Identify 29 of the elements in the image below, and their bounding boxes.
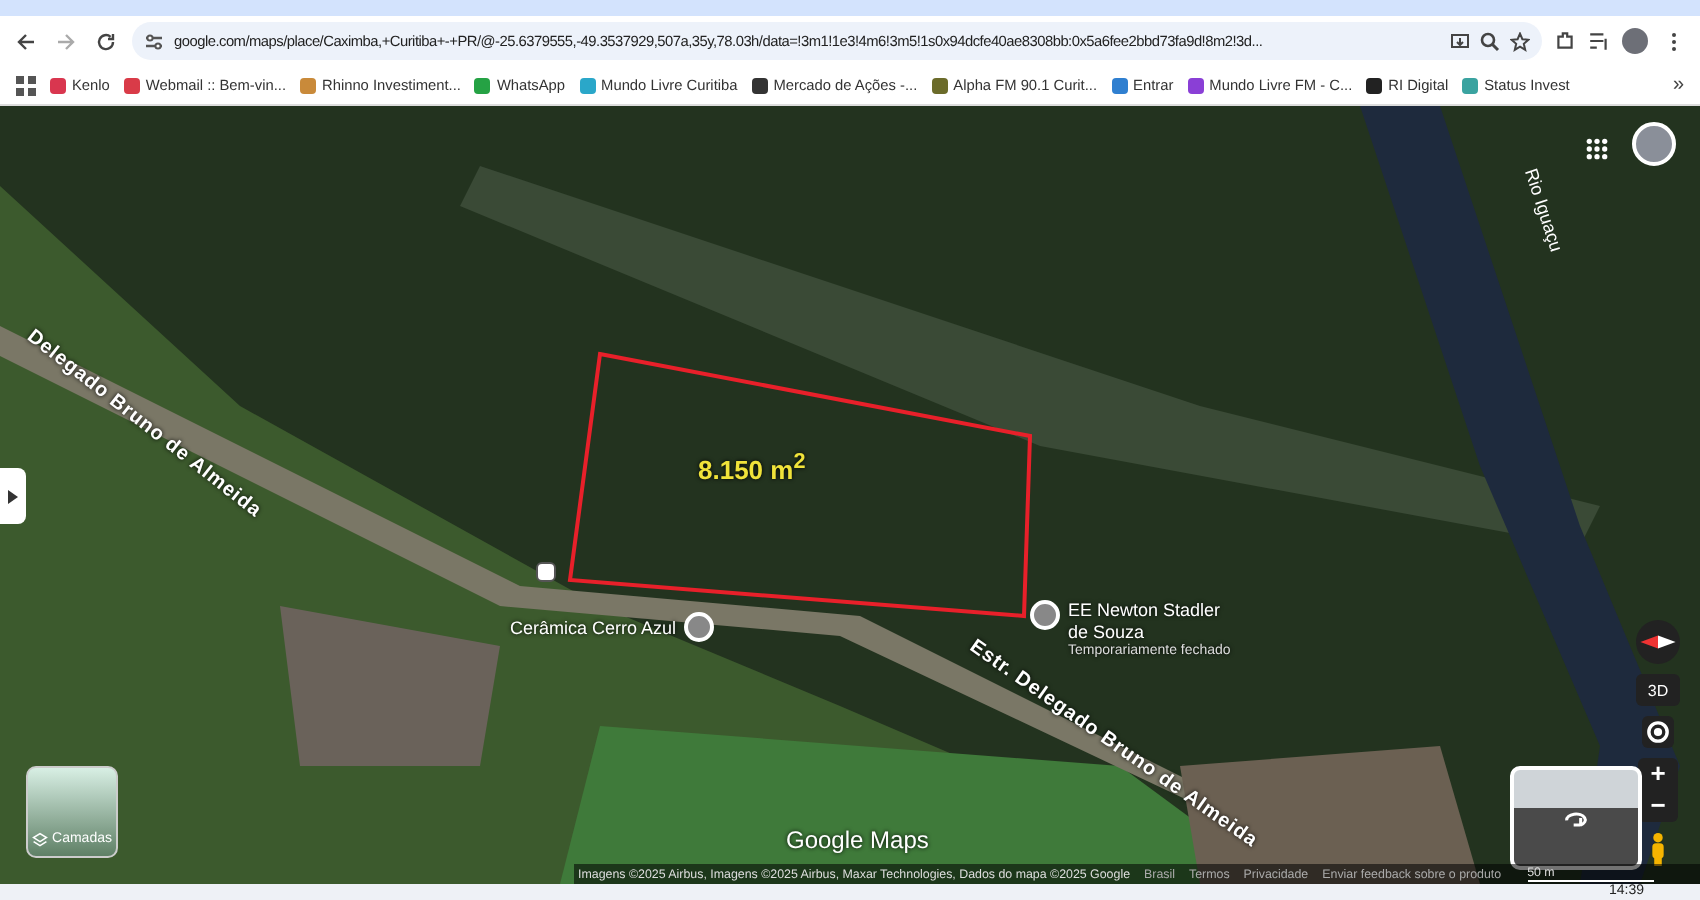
- install-app-icon[interactable]: [1450, 31, 1470, 51]
- satellite-imagery-drawing[interactable]: [0, 106, 1700, 884]
- my-location-icon[interactable]: [1642, 716, 1674, 748]
- extensions-icon[interactable]: [1554, 30, 1576, 52]
- street-view-thumbnail[interactable]: [1510, 766, 1642, 870]
- reload-icon[interactable]: [96, 31, 116, 51]
- media-control-icon[interactable]: [1588, 30, 1610, 52]
- river-label: Rio Iguaçu: [1521, 166, 1567, 255]
- zoom-in-button[interactable]: +: [1638, 758, 1678, 790]
- caret-icon: [8, 489, 18, 503]
- zoom-icon[interactable]: [1480, 31, 1500, 51]
- apps-grid-icon[interactable]: [16, 75, 36, 95]
- expand-panel-button[interactable]: [0, 468, 26, 524]
- profile-avatar[interactable]: [1622, 28, 1648, 54]
- back-icon[interactable]: [16, 31, 36, 51]
- bus-stop-icon[interactable]: [536, 562, 556, 582]
- more-bookmarks-button[interactable]: »: [1672, 74, 1684, 96]
- pegman-icon[interactable]: [1648, 832, 1668, 866]
- compass-icon[interactable]: [1636, 620, 1680, 664]
- layers-icon: [32, 832, 49, 848]
- apps-grid-icon[interactable]: [1586, 138, 1608, 160]
- place-label[interactable]: EE Newton Stadler de Souza: [1068, 600, 1228, 644]
- map-logo: Google Maps: [786, 826, 929, 854]
- site-info-icon[interactable]: [144, 31, 164, 51]
- place-label[interactable]: Cerâmica Cerro Azul: [510, 617, 677, 637]
- area-label: 8.150 m$^{2}$: [698, 450, 806, 485]
- zoom-out-button[interactable]: −: [1638, 790, 1678, 822]
- bookmark-star-icon[interactable]: [1510, 31, 1530, 51]
- 3d-view-button[interactable]: 3D: [1636, 674, 1680, 706]
